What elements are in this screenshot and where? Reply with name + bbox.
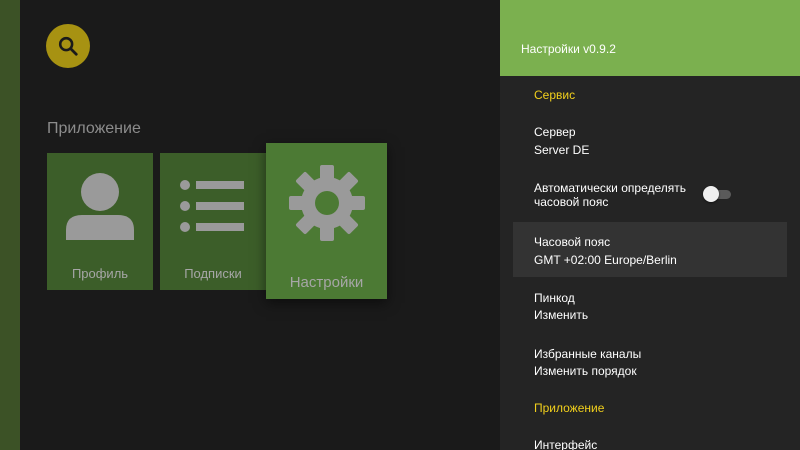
tile-profile-label: Профиль [71, 266, 129, 281]
gear-icon [289, 165, 365, 241]
category-service: Сервис [534, 88, 576, 102]
auto-timezone-toggle[interactable] [703, 186, 731, 202]
category-app: Приложение [534, 401, 605, 415]
setting-timezone[interactable]: Часовой пояс GMT +02:00 Europe/Berlin [513, 222, 787, 277]
app-screen: Приложение Профиль Подписки Настройки На… [0, 0, 800, 450]
setting-auto-timezone[interactable]: Автоматически определять часовой пояс [513, 170, 787, 218]
tile-profile[interactable]: Профиль [47, 153, 153, 290]
tile-settings-label: Настройки [289, 274, 364, 291]
setting-server-title: Сервер [534, 125, 576, 139]
tile-subscriptions-label: Подписки [184, 266, 242, 281]
section-title: Приложение [47, 120, 141, 137]
left-accent-strip [0, 0, 20, 450]
setting-interface-title: Интерфейс [534, 438, 598, 450]
settings-panel-title: Настройки v0.9.2 [521, 42, 616, 56]
list-icon [180, 180, 244, 232]
setting-pincode-title: Пинкод [534, 291, 575, 305]
tile-subscriptions[interactable]: Подписки [160, 153, 266, 290]
setting-timezone-value: GMT +02:00 Europe/Berlin [534, 253, 677, 267]
setting-auto-timezone-title-line2: часовой пояс [534, 195, 609, 209]
setting-pincode[interactable]: Пинкод Изменить [513, 282, 787, 330]
setting-interface[interactable]: Интерфейс [513, 428, 787, 450]
setting-pincode-value: Изменить [534, 308, 589, 322]
setting-auto-timezone-title-line1: Автоматически определять [534, 181, 687, 195]
setting-server-value: Server DE [534, 143, 590, 157]
search-button[interactable] [46, 24, 90, 68]
toggle-knob [703, 186, 719, 202]
setting-favorite-channels[interactable]: Избранные каналы Изменить порядок [513, 338, 787, 386]
setting-favorite-channels-value: Изменить порядок [534, 364, 637, 378]
tile-settings[interactable]: Настройки [266, 143, 387, 299]
person-icon [66, 173, 134, 240]
settings-panel-header: Настройки v0.9.2 [500, 0, 800, 76]
search-icon [58, 36, 78, 56]
setting-timezone-title: Часовой пояс [534, 235, 611, 249]
setting-favorite-channels-title: Избранные каналы [534, 347, 642, 361]
setting-server[interactable]: Сервер Server DE [513, 115, 787, 165]
settings-panel: Настройки v0.9.2 Сервис Сервер Server DE… [500, 0, 800, 450]
